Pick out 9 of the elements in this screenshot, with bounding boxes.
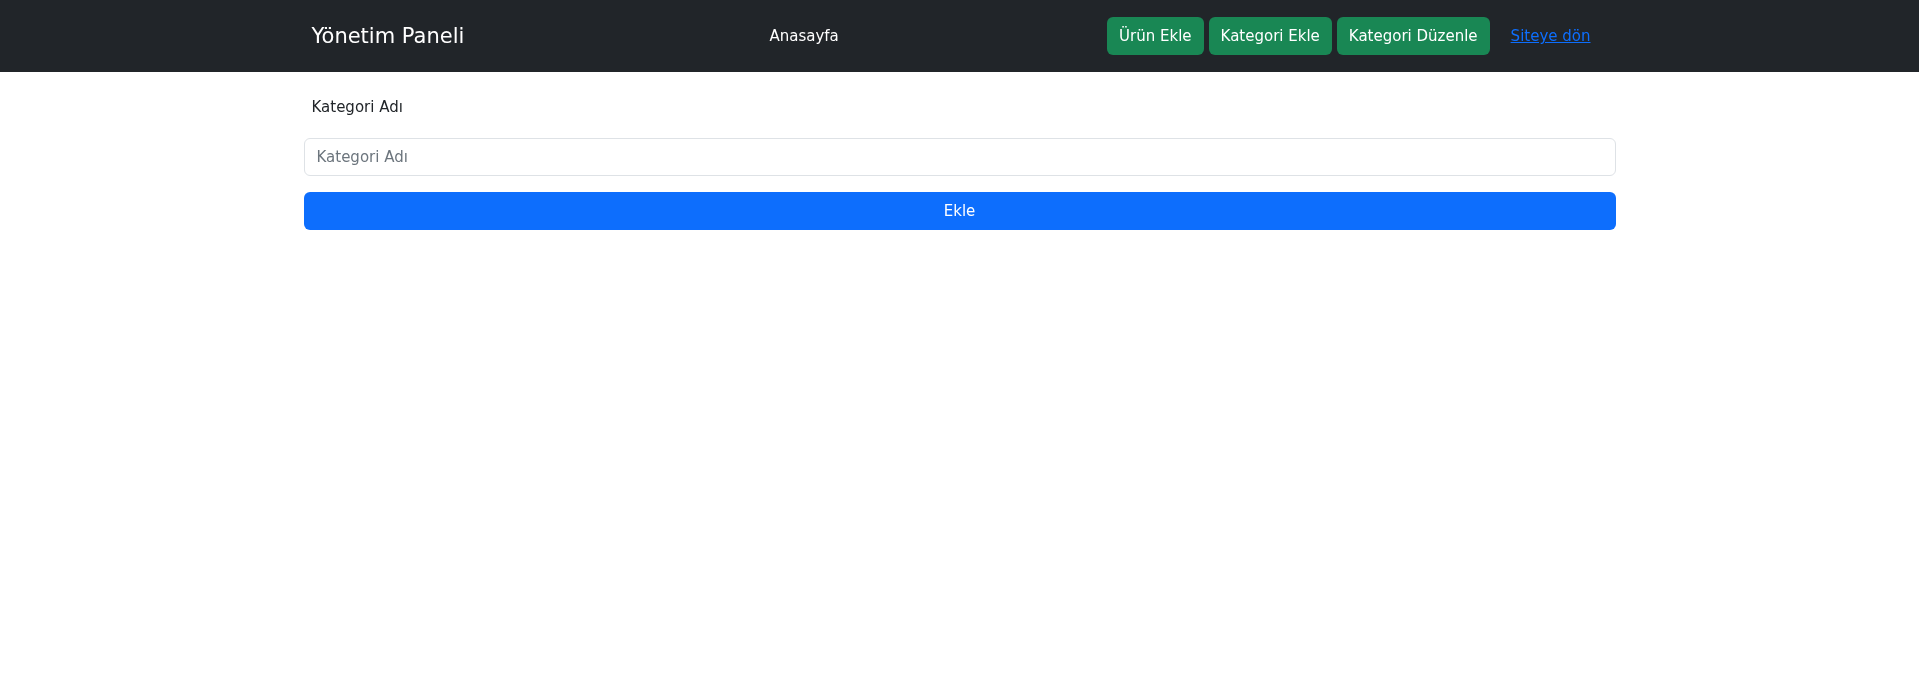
- field-label: Kategori Adı: [311, 98, 404, 118]
- nav-button[interactable]: Kategori Ekle: [1208, 17, 1332, 55]
- brand-title[interactable]: Yönetim Paneli: [311, 24, 770, 48]
- nav-button[interactable]: Ürün Ekle: [1107, 17, 1204, 55]
- nav-link[interactable]: Anasayfa: [769, 27, 839, 45]
- add-button[interactable]: Ekle: [303, 192, 1616, 230]
- category-name-field[interactable]: Kategori Adı: [303, 138, 1616, 176]
- nav-button[interactable]: Kategori Düzenle: [1336, 17, 1490, 55]
- back-to-site-link[interactable]: Siteye dön: [1506, 27, 1595, 45]
